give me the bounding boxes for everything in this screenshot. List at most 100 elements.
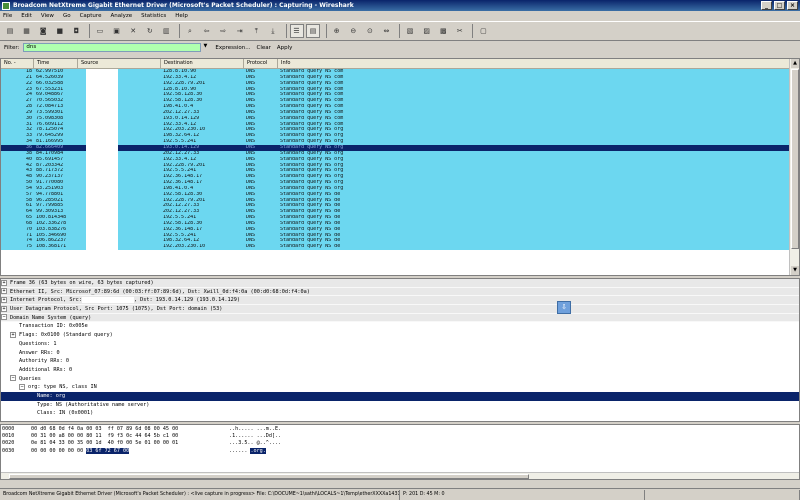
column-header-time[interactable]: Time bbox=[34, 59, 78, 68]
column-header-no[interactable]: No. - bbox=[1, 59, 34, 68]
detail-flags[interactable]: + Flags: 0x0100 (Standard query) bbox=[1, 331, 799, 340]
minimize-button[interactable]: _ bbox=[761, 1, 772, 10]
open-icon[interactable]: ▭ bbox=[93, 24, 107, 38]
packet-list-scrollbar[interactable]: ▲ ▼ bbox=[789, 59, 799, 275]
display-filters-icon[interactable]: ▨ bbox=[420, 24, 434, 38]
expand-icon[interactable]: + bbox=[10, 331, 16, 338]
detail-type[interactable]: Type: NS (Authoritative name server) bbox=[1, 401, 799, 410]
goto-icon[interactable]: ⇥ bbox=[233, 24, 247, 38]
menu-file[interactable]: File bbox=[3, 13, 12, 19]
menu-analyze[interactable]: Analyze bbox=[110, 13, 132, 19]
zoom-normal-icon[interactable]: ⊙ bbox=[363, 24, 377, 38]
detail-questions[interactable]: Questions: 1 bbox=[1, 340, 799, 349]
collapse-icon[interactable]: − bbox=[10, 375, 16, 382]
scroll-down-arrow-icon[interactable]: ⇩ bbox=[557, 301, 571, 314]
detail-class[interactable]: Class: IN (0x0001) bbox=[1, 409, 799, 418]
hex-bytes[interactable]: 00 d0 68 0d f4 0a 00 03 ff 07 89 6d 08 0… bbox=[31, 426, 229, 433]
column-header-info[interactable]: Info bbox=[278, 59, 790, 68]
expand-icon[interactable]: + bbox=[1, 296, 7, 303]
ascii-bytes[interactable]: ..h..... ...m..E. bbox=[229, 426, 349, 433]
detail-ip[interactable]: + Internet Protocol, Src:, Dst: 193.0.14.… bbox=[1, 296, 799, 306]
hex-text: 0e 81 04 33 00 35 00 1d 40 f0 00 5e 01 0… bbox=[31, 440, 179, 447]
close-window-button[interactable]: × bbox=[787, 1, 798, 10]
help-icon[interactable]: ▢ bbox=[476, 24, 490, 38]
scrollbar-thumb[interactable] bbox=[9, 474, 529, 479]
detail-name[interactable]: Name: org bbox=[1, 391, 799, 401]
preferences-icon[interactable]: ✂ bbox=[453, 24, 467, 38]
status-capture-info: Broadcom NetXtreme Gigabit Ethernet Driv… bbox=[0, 489, 400, 500]
expand-icon[interactable]: + bbox=[1, 305, 7, 312]
menu-capture[interactable]: Capture bbox=[80, 13, 102, 19]
close-icon[interactable]: ✕ bbox=[126, 24, 140, 38]
forward-icon[interactable]: ⇨ bbox=[216, 24, 230, 38]
expand-icon[interactable]: + bbox=[1, 288, 7, 295]
ascii-bytes[interactable]: ...... .org. bbox=[229, 447, 349, 455]
collapse-icon[interactable]: − bbox=[1, 314, 7, 321]
menu-edit[interactable]: Edit bbox=[21, 13, 32, 19]
expression-button[interactable]: Expression... bbox=[215, 45, 250, 51]
collapse-icon[interactable]: − bbox=[19, 383, 25, 390]
hex-row: 0010 00 31 00 a8 00 00 80 11 f9 f3 0c 44 … bbox=[1, 433, 799, 440]
last-icon[interactable]: ⤓ bbox=[266, 24, 280, 38]
expand-icon[interactable]: + bbox=[1, 279, 7, 286]
scroll-down-icon[interactable]: ▼ bbox=[791, 266, 799, 275]
clear-button[interactable]: Clear bbox=[257, 45, 271, 51]
packet-no: 75 bbox=[25, 244, 32, 250]
detail-ethernet[interactable]: + Ethernet II, Src: Microsof_07:89:6d (00… bbox=[1, 287, 799, 297]
find-icon[interactable]: ⌕ bbox=[183, 24, 197, 38]
apply-button[interactable]: Apply bbox=[277, 45, 293, 51]
detail-queries[interactable]: − Queries bbox=[1, 375, 799, 384]
restart-icon[interactable]: ◘ bbox=[69, 24, 83, 38]
scrollbar-thumb[interactable] bbox=[791, 69, 799, 249]
zoom-in-icon[interactable]: ⊕ bbox=[330, 24, 344, 38]
packet-row[interactable]: 75 108.368171 192.203.230.10 DNS Standard qu… bbox=[1, 244, 790, 251]
options-icon[interactable]: ▦ bbox=[20, 24, 34, 38]
print-icon[interactable]: ▥ bbox=[159, 24, 173, 38]
menu-statistics[interactable]: Statistics bbox=[141, 13, 166, 19]
reload-icon[interactable]: ↻ bbox=[143, 24, 157, 38]
filter-label: Filter: bbox=[4, 44, 20, 51]
capture-filters-icon[interactable]: ▧ bbox=[403, 24, 417, 38]
colorize-icon[interactable]: ▤ bbox=[306, 24, 321, 38]
menu-view[interactable]: View bbox=[41, 13, 54, 19]
bytes-horizontal-scrollbar[interactable] bbox=[1, 472, 799, 479]
filter-input[interactable]: dns bbox=[23, 43, 202, 52]
start-icon[interactable]: ◙ bbox=[36, 24, 50, 38]
save-icon[interactable]: ▣ bbox=[110, 24, 124, 38]
scroll-up-icon[interactable]: ▲ bbox=[791, 59, 799, 68]
toolbar-separator bbox=[285, 24, 287, 38]
detail-authority-rrs[interactable]: Authority RRs: 0 bbox=[1, 357, 799, 366]
autoscroll-icon[interactable]: ☰ bbox=[289, 24, 304, 38]
filter-dropdown-icon[interactable]: ▼ bbox=[201, 43, 209, 52]
maximize-button[interactable]: □ bbox=[774, 1, 785, 10]
detail-dns[interactable]: − Domain Name System (query) bbox=[1, 313, 799, 323]
hex-bytes[interactable]: 00 31 00 a8 00 00 80 11 f9 f3 0c 44 64 5… bbox=[31, 433, 229, 440]
detail-transaction-id[interactable]: Transaction ID: 0x005e bbox=[1, 322, 799, 331]
column-header-destination[interactable]: Destination bbox=[161, 59, 244, 68]
zoom-out-icon[interactable]: ⊖ bbox=[346, 24, 360, 38]
resize-columns-icon[interactable]: ⇔ bbox=[379, 24, 393, 38]
ascii-bytes[interactable]: ...3.5.. @..^.... bbox=[229, 440, 349, 447]
hex-bytes[interactable]: 0e 81 04 33 00 35 00 1d 40 f0 00 5e 01 0… bbox=[31, 440, 229, 447]
detail-frame[interactable]: + Frame 36 (63 bytes on wire, 63 bytes ca… bbox=[1, 279, 799, 288]
back-icon[interactable]: ⇦ bbox=[200, 24, 214, 38]
filter-toolbar: Filter: dns ▼ Expression... Clear Apply bbox=[0, 42, 800, 53]
stop-icon[interactable]: ■ bbox=[53, 24, 67, 38]
interfaces-icon[interactable]: ▤ bbox=[3, 24, 17, 38]
hex-bytes[interactable]: 00 00 00 00 00 00 03 6f 72 67 00 bbox=[31, 447, 229, 455]
hex-offset: 0000 bbox=[2, 426, 15, 432]
ascii-bytes[interactable]: .1...... ...Dd[.. bbox=[229, 433, 349, 440]
menu-help[interactable]: Help bbox=[175, 13, 188, 19]
detail-query[interactable]: − org: type NS, class IN bbox=[1, 383, 799, 392]
menu-bar: File Edit View Go Capture Analyze Statis… bbox=[0, 11, 800, 21]
column-header-source[interactable]: Source bbox=[78, 59, 161, 68]
coloring-rules-icon[interactable]: ▩ bbox=[436, 24, 450, 38]
detail-answer-rrs[interactable]: Answer RRs: 0 bbox=[1, 349, 799, 358]
detail-additional-rrs[interactable]: Additional RRs: 0 bbox=[1, 366, 799, 375]
first-icon[interactable]: ⤒ bbox=[249, 24, 263, 38]
toolbar-separator bbox=[472, 24, 474, 38]
column-header-protocol[interactable]: Protocol bbox=[244, 59, 278, 68]
menu-go[interactable]: Go bbox=[63, 13, 71, 19]
detail-udp[interactable]: + User Datagram Protocol, Src Port: 1075 … bbox=[1, 305, 799, 314]
hex-text: 00 d0 68 0d f4 0a 00 03 ff 07 89 6d 08 0… bbox=[31, 426, 179, 432]
